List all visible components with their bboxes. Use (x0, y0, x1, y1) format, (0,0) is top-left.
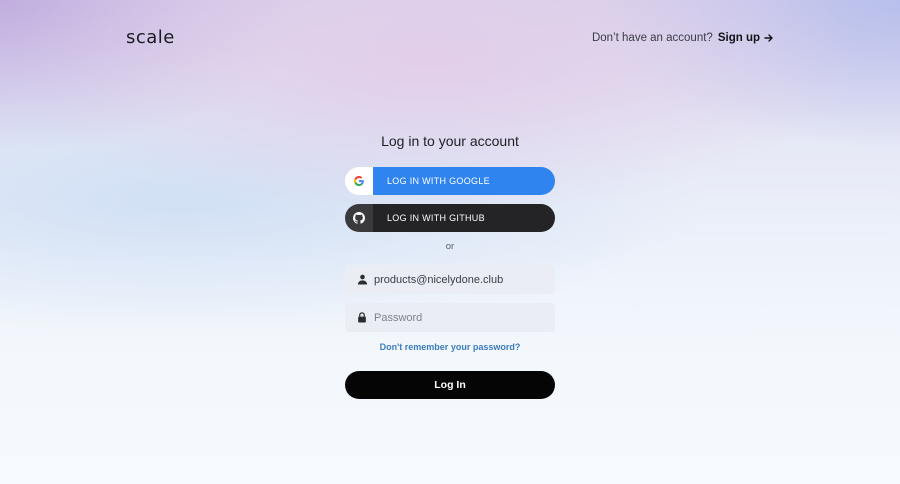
login-card: Log in to your account LOG IN WITH GOOGL… (345, 133, 555, 399)
lock-icon (356, 312, 368, 324)
google-icon (354, 176, 364, 186)
email-field[interactable] (374, 273, 544, 286)
login-button[interactable]: Log In (345, 371, 555, 399)
scale-logo: scale (126, 27, 175, 48)
signup-prompt: Don’t have an account? Sign up (592, 32, 774, 44)
user-icon (356, 274, 368, 286)
github-login-label: LOG IN WITH GITHUB (373, 204, 555, 232)
password-field[interactable] (374, 311, 544, 324)
github-login-button[interactable]: LOG IN WITH GITHUB (345, 204, 555, 232)
arrow-right-icon (764, 34, 773, 42)
google-login-button[interactable]: LOG IN WITH GOOGLE (345, 167, 555, 195)
signup-prompt-text: Don’t have an account? (591, 32, 713, 44)
email-field-wrap (345, 265, 555, 294)
password-field-wrap (345, 303, 555, 332)
google-icon-wrap (345, 167, 373, 195)
forgot-password-link[interactable]: Don't remember your password? (345, 342, 555, 352)
signup-link[interactable]: Sign up (718, 32, 774, 44)
signup-link-label: Sign up (717, 32, 760, 44)
google-login-label: LOG IN WITH GOOGLE (373, 167, 555, 195)
github-icon (353, 212, 365, 224)
or-divider: or (445, 241, 455, 252)
login-heading: Log in to your account (381, 133, 519, 149)
github-icon-wrap (345, 204, 373, 232)
